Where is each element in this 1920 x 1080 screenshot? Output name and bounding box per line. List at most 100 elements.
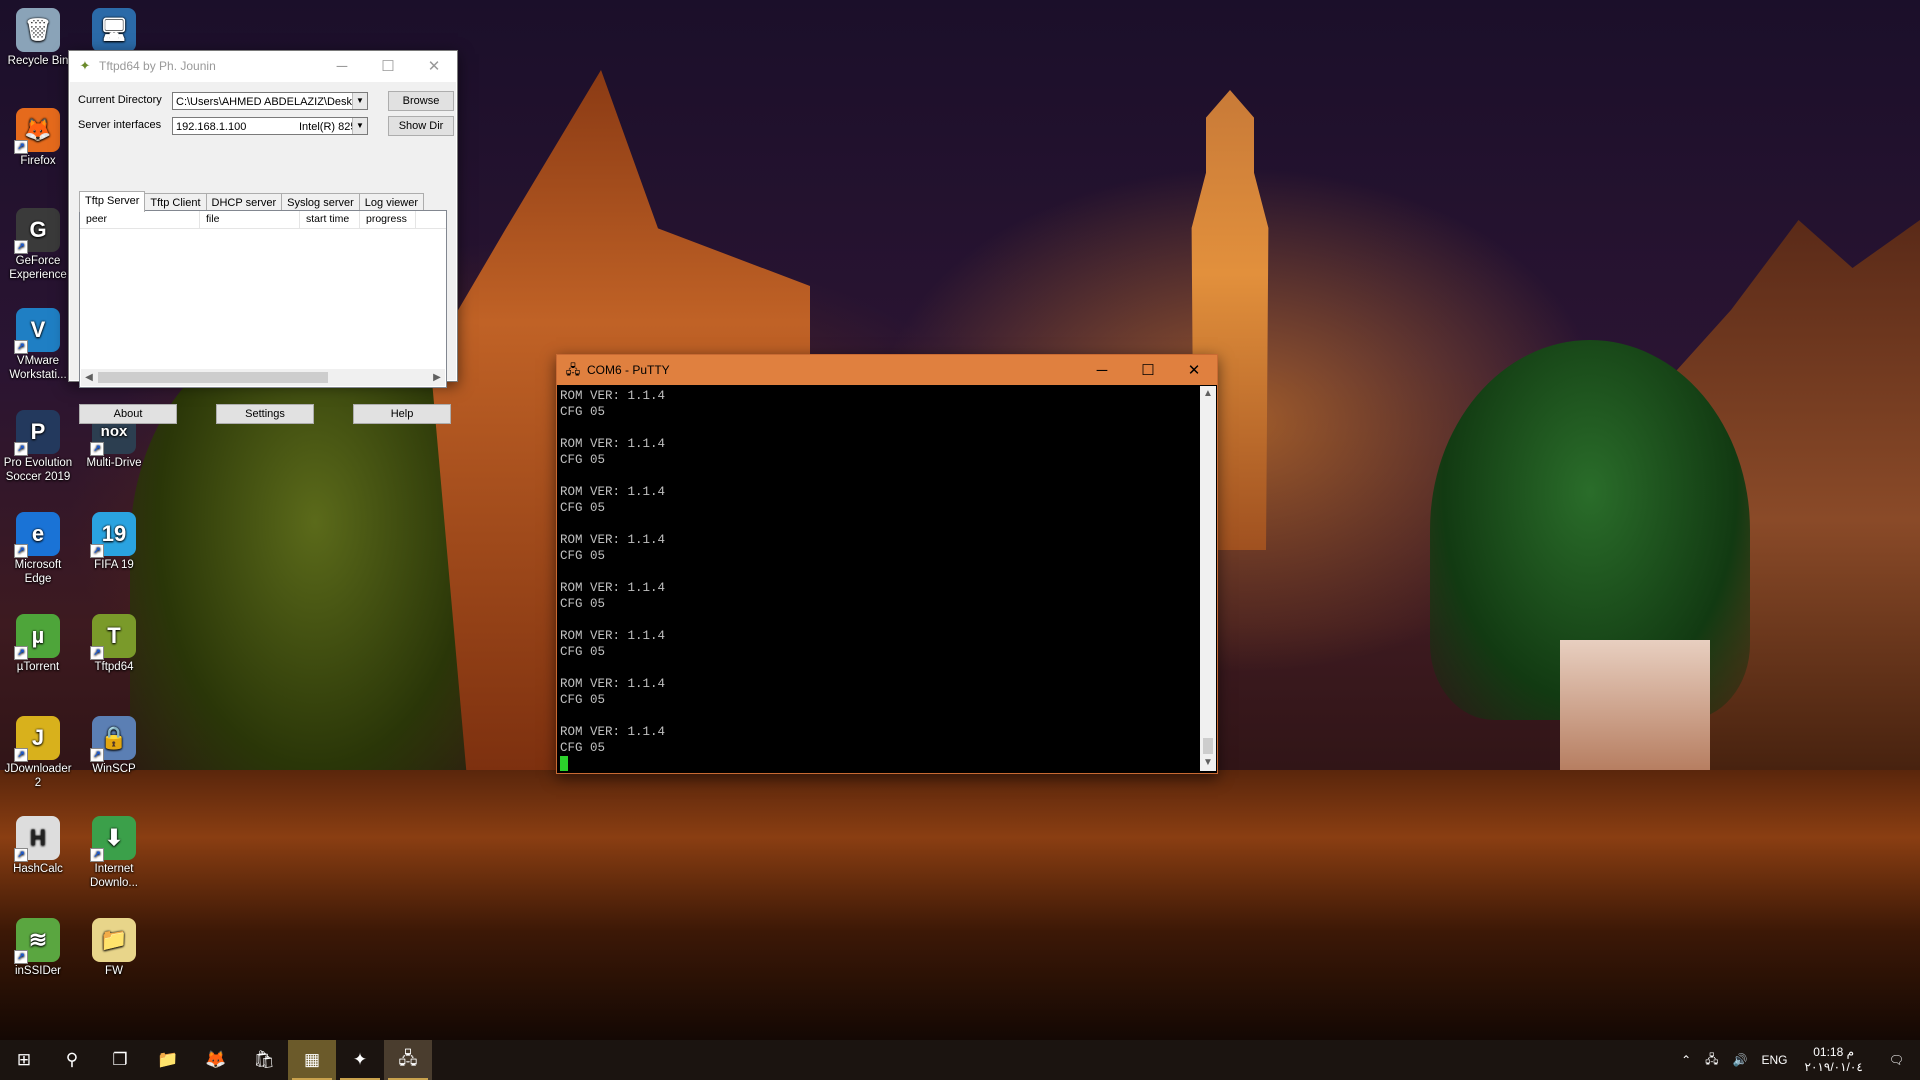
- store-icon: 🛍: [253, 1050, 275, 1069]
- desktop-icon-recycle-bin[interactable]: 🗑 Recycle Bin: [1, 8, 75, 68]
- putty-taskbar-button[interactable]: 🖧: [384, 1040, 432, 1080]
- column-start-time[interactable]: start time: [300, 211, 360, 228]
- desktop-icon-hashcalc[interactable]: H ↗ HashCalc: [1, 816, 75, 876]
- chevron-right-icon[interactable]: ▶: [429, 369, 445, 386]
- desktop-icon-jdownloader[interactable]: J ↗ JDownloader 2: [1, 716, 75, 790]
- file-explorer-button[interactable]: 📁: [144, 1040, 192, 1080]
- calculator-taskbar-button[interactable]: ▦: [288, 1040, 336, 1080]
- tftpd-body: Current Directory C:\Users\AHMED ABDELAZ…: [70, 82, 456, 424]
- pes-icon: P ↗: [14, 410, 60, 456]
- vmware-icon: V ↗: [14, 308, 60, 354]
- firefox-taskbar-button[interactable]: 🦊: [192, 1040, 240, 1080]
- transfers-list[interactable]: peer file start time progress ◀ ▶: [79, 210, 447, 388]
- task-view-button[interactable]: ❐: [96, 1040, 144, 1080]
- search-icon: ⚲: [65, 1050, 79, 1069]
- language-indicator[interactable]: ENG: [1755, 1053, 1795, 1067]
- scrollbar-thumb[interactable]: [98, 372, 328, 383]
- server-interfaces-combo[interactable]: 192.168.1.100 Intel(R) 825 ▼: [172, 117, 368, 135]
- desktop-icon-fifa19[interactable]: 19 ↗ FIFA 19: [77, 512, 151, 572]
- start-button[interactable]: ⊞: [0, 1040, 48, 1080]
- about-button[interactable]: About: [79, 404, 177, 424]
- maximize-icon[interactable]: ☐: [365, 51, 411, 81]
- hashcalc-icon: H ↗: [14, 816, 60, 862]
- desktop-icon-fw-folder[interactable]: 📁 FW: [77, 918, 151, 978]
- tab-tftp-server[interactable]: Tftp Server: [79, 191, 146, 212]
- desktop-icon-vmware[interactable]: V ↗ VMware Workstati...: [1, 308, 75, 382]
- winscp-icon: 🔒 ↗: [90, 716, 136, 762]
- chevron-left-icon[interactable]: ◀: [81, 369, 97, 386]
- monitor-icon: 🖥: [92, 8, 136, 52]
- desktop-icon-label: HashCalc: [13, 863, 63, 875]
- browse-button[interactable]: Browse: [388, 91, 454, 111]
- desktop-icon-label: FIFA 19: [94, 559, 134, 571]
- notifications-icon[interactable]: 🗨: [1873, 1053, 1920, 1067]
- tftpd-titlebar[interactable]: ✦ Tftpd64 by Ph. Jounin ─ ☐ ✕: [69, 51, 457, 81]
- close-icon[interactable]: ✕: [411, 51, 457, 81]
- desktop-icon-label: Multi-Drive: [86, 457, 142, 469]
- minimize-icon[interactable]: ─: [319, 51, 365, 81]
- column-progress[interactable]: progress: [360, 211, 416, 228]
- putty-icon: 🖧: [398, 1048, 418, 1068]
- terminal-line: ROM VER: 1.1.4: [560, 437, 666, 451]
- transfers-horizontal-scrollbar[interactable]: ◀ ▶: [81, 369, 445, 386]
- desktop-icon-pes2019[interactable]: P ↗ Pro Evolution Soccer 2019: [1, 410, 75, 484]
- maximize-icon[interactable]: ☐: [1125, 355, 1171, 385]
- terminal-line: ROM VER: 1.1.4: [560, 389, 666, 403]
- desktop-icon-label: Firefox: [20, 155, 56, 167]
- terminal-line: ROM VER: 1.1.4: [560, 629, 666, 643]
- terminal-line: CFG 05: [560, 645, 606, 659]
- chevron-down-icon[interactable]: ▼: [352, 93, 367, 109]
- terminal-line: ROM VER: 1.1.4: [560, 677, 666, 691]
- chevron-up-icon[interactable]: ▲: [1200, 386, 1216, 402]
- desktop-icon-label: GeForce Experience: [9, 255, 67, 281]
- desktop-icon-utorrent[interactable]: µ ↗ µTorrent: [1, 614, 75, 674]
- close-icon[interactable]: ✕: [1171, 355, 1217, 385]
- show-dir-button[interactable]: Show Dir: [388, 116, 454, 136]
- volume-icon[interactable]: 🔊: [1726, 1053, 1755, 1067]
- terminal-line: CFG 05: [560, 453, 606, 467]
- desktop-icon-monitor[interactable]: 🖥: [77, 8, 151, 54]
- minimize-icon[interactable]: ─: [1079, 355, 1125, 385]
- tftpd-taskbar-button[interactable]: ✦: [336, 1040, 384, 1080]
- current-directory-combo[interactable]: C:\Users\AHMED ABDELAZIZ\Desk ▼: [172, 92, 368, 110]
- putty-terminal[interactable]: ROM VER: 1.1.4 CFG 05 ROM VER: 1.1.4 CFG 05…: [558, 386, 1199, 771]
- clock-time: 01:18 م: [1813, 1045, 1855, 1059]
- scrollbar-thumb[interactable]: [1203, 738, 1213, 754]
- column-peer[interactable]: peer: [80, 211, 200, 228]
- putty-titlebar[interactable]: 🖧 COM6 - PuTTY ─ ☐ ✕: [557, 355, 1217, 385]
- putty-app-icon: 🖧: [565, 362, 581, 377]
- help-button[interactable]: Help: [353, 404, 451, 424]
- network-icon[interactable]: 🖧: [1698, 1050, 1725, 1071]
- terminal-line: CFG 05: [560, 693, 606, 707]
- desktop-icon-label: Tftpd64: [94, 661, 134, 673]
- fifa-icon: 19 ↗: [90, 512, 136, 558]
- chevron-up-icon[interactable]: ⌃: [1674, 1053, 1698, 1067]
- desktop-icon-edge[interactable]: e ↗ Microsoft Edge: [1, 512, 75, 586]
- inssider-icon: ≋ ↗: [14, 918, 60, 964]
- store-taskbar-button[interactable]: 🛍: [240, 1040, 288, 1080]
- chevron-down-icon[interactable]: ▼: [1200, 755, 1216, 771]
- settings-button[interactable]: Settings: [216, 404, 314, 424]
- chevron-down-icon[interactable]: ▼: [352, 118, 367, 134]
- terminal-line: CFG 05: [560, 597, 606, 611]
- recycle-bin-icon: 🗑: [16, 8, 60, 52]
- desktop-icon-idm[interactable]: ⬇ ↗ Internet Downlo...: [77, 816, 151, 890]
- desktop-icon-tftpd64[interactable]: T ↗ Tftpd64: [77, 614, 151, 674]
- desktop-icon-inssider[interactable]: ≋ ↗ inSSIDer: [1, 918, 75, 978]
- tftpd-icon: ✦: [352, 1050, 368, 1069]
- column-file[interactable]: file: [200, 211, 300, 228]
- desktop-icon-label: VMware Workstati...: [9, 355, 67, 381]
- firefox-icon: 🦊: [205, 1050, 227, 1069]
- desktop-icon-label: JDownloader 2: [4, 763, 72, 789]
- putty-vertical-scrollbar[interactable]: ▲ ▼: [1200, 386, 1216, 771]
- desktop-icon-firefox[interactable]: 🦊 ↗ Firefox: [1, 108, 75, 168]
- search-button[interactable]: ⚲: [48, 1040, 96, 1080]
- desktop-icon-label: inSSIDer: [14, 965, 62, 977]
- desktop-icon-geforce[interactable]: G ↗ GeForce Experience: [1, 208, 75, 282]
- clock[interactable]: 01:18 م ٢٠١٩/٠١/٠٤: [1795, 1045, 1873, 1075]
- desktop-icon-winscp[interactable]: 🔒 ↗ WinSCP: [77, 716, 151, 776]
